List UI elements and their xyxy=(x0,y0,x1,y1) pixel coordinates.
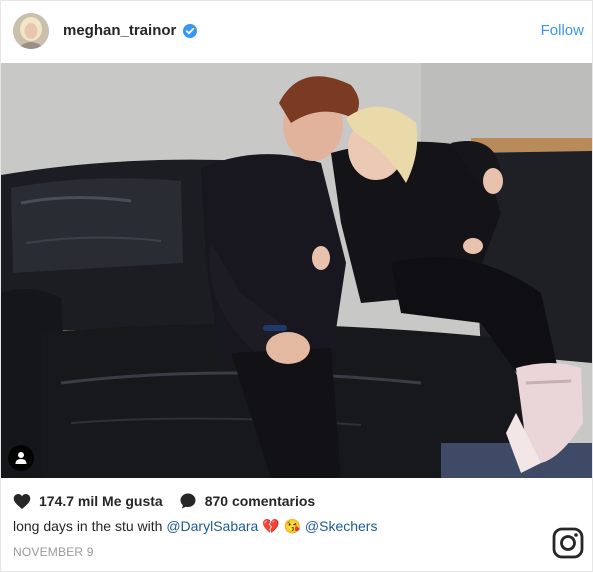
avatar-image xyxy=(13,13,49,49)
broken-heart-emoji: 💔 xyxy=(262,518,280,534)
username-link[interactable]: meghan_trainor xyxy=(63,22,176,39)
post-date[interactable]: NOVEMBER 9 xyxy=(13,545,94,559)
user-tag-icon[interactable] xyxy=(8,445,34,471)
mention-link-skechers[interactable]: @Skechers xyxy=(305,518,378,534)
avatar[interactable] xyxy=(13,13,49,49)
instagram-logo-icon[interactable] xyxy=(552,527,584,559)
post-photo[interactable] xyxy=(1,63,592,478)
caption-text: long days in the stu with xyxy=(13,518,163,534)
post-header: meghan_trainor Follow xyxy=(1,1,592,63)
mention-link-darylsabara[interactable]: @DarylSabara xyxy=(166,518,258,534)
instagram-post-card: meghan_trainor Follow 174.7 mil Me gusta… xyxy=(0,0,593,572)
comments-count[interactable]: 870 comentarios xyxy=(205,493,316,509)
follow-button[interactable]: Follow xyxy=(541,22,584,39)
kiss-emoji: 😘 xyxy=(283,518,301,534)
verified-badge-icon xyxy=(183,24,197,38)
heart-icon[interactable] xyxy=(13,493,31,510)
post-caption: long days in the stu with @DarylSabara 💔… xyxy=(13,518,377,535)
likes-count[interactable]: 174.7 mil Me gusta xyxy=(39,493,163,509)
engagement-bar: 174.7 mil Me gusta 870 comentarios xyxy=(13,491,331,511)
comment-bubble-icon[interactable] xyxy=(179,492,197,510)
photo-image xyxy=(1,63,592,478)
